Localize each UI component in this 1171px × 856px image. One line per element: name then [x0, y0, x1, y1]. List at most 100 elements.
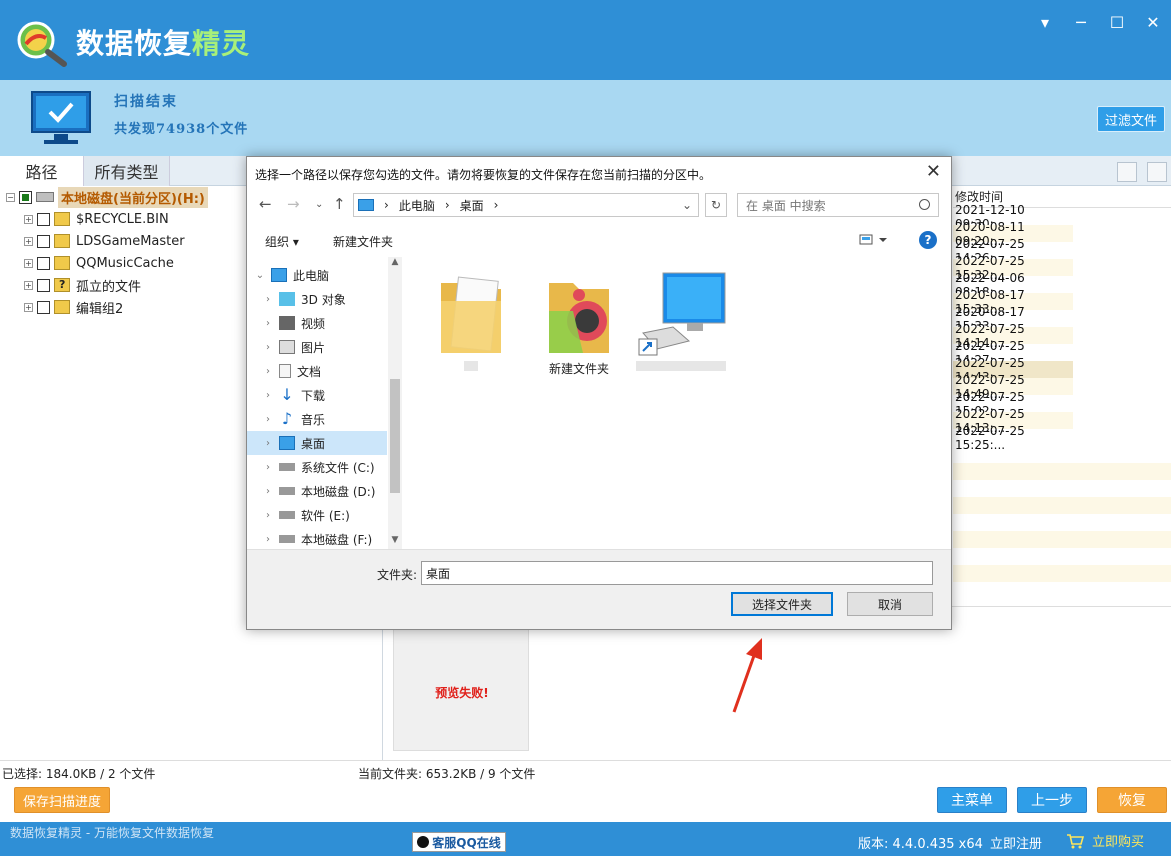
tab-all-types[interactable]: 所有类型 — [84, 156, 170, 186]
dialog-close-button[interactable]: ✕ — [926, 161, 941, 182]
annotation-arrow-icon — [732, 638, 762, 713]
nav-item-drive-f[interactable]: › 本地磁盘 (F:) — [247, 527, 387, 551]
refresh-icon[interactable]: ↻ — [705, 193, 727, 217]
empty-row — [953, 565, 1171, 582]
nav-item-3d-objects[interactable]: › 3D 对象 — [247, 287, 387, 311]
address-bar[interactable]: › 此电脑 › 桌面 › ⌄ — [353, 193, 699, 217]
minimize-button[interactable]: ─ — [1063, 8, 1099, 36]
chevron-right-icon[interactable]: › — [261, 510, 275, 521]
app-title: 数据恢复精灵 — [76, 27, 251, 60]
recent-chevron-icon[interactable]: ⌄ — [315, 199, 323, 210]
chevron-right-icon[interactable]: › — [261, 366, 275, 377]
tree-checkbox[interactable] — [19, 190, 32, 204]
previous-step-button[interactable]: 上一步 — [1017, 787, 1087, 813]
nav-item-videos[interactable]: › 视频 — [247, 311, 387, 335]
chevron-right-icon[interactable]: › — [261, 462, 275, 473]
nav-item-desktop[interactable]: › 桌面 — [247, 431, 387, 455]
nav-item-this-pc[interactable]: ⌄ 此电脑 — [247, 263, 387, 287]
main-menu-button[interactable]: 主菜单 — [937, 787, 1007, 813]
nav-item-drive-d[interactable]: › 本地磁盘 (D:) — [247, 479, 387, 503]
chevron-right-icon[interactable]: › — [261, 318, 275, 329]
expand-icon[interactable]: + — [24, 302, 33, 312]
chevron-right-icon[interactable]: › — [261, 294, 275, 305]
empty-row — [953, 531, 1171, 548]
back-arrow-icon[interactable]: ← — [259, 195, 272, 213]
recover-button[interactable]: 恢复 — [1097, 787, 1167, 813]
save-scan-progress-button[interactable]: 保存扫描进度 — [14, 787, 110, 813]
help-icon[interactable]: ? — [919, 231, 937, 249]
forward-arrow-icon[interactable]: → — [287, 195, 300, 213]
file-item-folder[interactable] — [423, 271, 519, 374]
tree-checkbox[interactable] — [37, 278, 50, 292]
scan-count: 共发现74938个文件 — [114, 122, 249, 137]
breadcrumb-this-pc[interactable]: 此电脑 — [399, 197, 435, 214]
empty-row — [953, 463, 1171, 480]
menu-dropdown-icon[interactable]: ▾ — [1027, 8, 1063, 36]
tree-item[interactable]: + 编辑组2 — [24, 296, 123, 318]
scroll-up-icon[interactable]: ▲ — [388, 257, 402, 271]
qq-support-button[interactable]: 客服QQ在线 — [412, 832, 506, 852]
expand-icon[interactable]: + — [24, 280, 33, 290]
file-item-new-folder[interactable]: 新建文件夹 — [531, 271, 627, 377]
chevron-right-icon[interactable]: › — [261, 342, 275, 353]
version-text: 版本: 4.4.0.435 x64 — [858, 837, 983, 852]
cart-icon — [1067, 833, 1084, 848]
tree-item-label: 编辑组2 — [76, 301, 124, 317]
tab-path[interactable]: 路径 — [0, 156, 84, 186]
nav-item-drive-e[interactable]: › 软件 (E:) — [247, 503, 387, 527]
nav-item-downloads[interactable]: › ↓ 下载 — [247, 383, 387, 407]
maximize-button[interactable]: ☐ — [1099, 8, 1135, 36]
new-folder-button[interactable]: 新建文件夹 — [333, 233, 393, 250]
nav-item-documents[interactable]: › 文档 — [247, 359, 387, 383]
tree-checkbox[interactable] — [37, 300, 50, 314]
folder-input[interactable]: 桌面 — [421, 561, 933, 585]
tree-item[interactable]: + $RECYCLE.BIN — [24, 208, 169, 230]
preview-fail-text: 预览失败! — [435, 686, 489, 700]
filter-files-button[interactable]: 过滤文件 — [1097, 106, 1165, 132]
address-dropdown-icon[interactable]: ⌄ — [682, 198, 692, 212]
chevron-down-icon[interactable]: ⌄ — [253, 270, 267, 281]
up-arrow-icon[interactable]: ↑ — [333, 195, 346, 213]
tree-root[interactable]: − 本地磁盘(当前分区)(H:) — [6, 186, 208, 208]
collapse-icon[interactable]: − — [6, 192, 15, 202]
chevron-right-icon[interactable]: › — [261, 414, 275, 425]
tree-item[interactable]: + LDSGameMaster — [24, 230, 185, 252]
search-input[interactable]: 在 桌面 中搜索 — [737, 193, 939, 217]
register-link[interactable]: 立即注册 — [990, 833, 1042, 852]
this-pc-shortcut-icon — [638, 272, 726, 356]
cancel-button[interactable]: 取消 — [847, 592, 933, 616]
nav-item-music[interactable]: › ♪ 音乐 — [247, 407, 387, 431]
view-options-icon[interactable] — [859, 233, 889, 247]
thumbnail-view-icon[interactable] — [1117, 162, 1137, 182]
close-button[interactable]: ✕ — [1135, 8, 1171, 36]
tree-item[interactable]: + QQMusicCache — [24, 252, 174, 274]
tree-item[interactable]: + 孤立的文件 — [24, 274, 141, 296]
list-item-date[interactable]: 2022-07-25 15:25:... — [953, 424, 1073, 452]
buy-now-link[interactable]: 立即购买 — [1066, 831, 1144, 850]
breadcrumb-desktop[interactable]: 桌面 — [460, 197, 484, 214]
expand-icon[interactable]: + — [24, 258, 33, 268]
file-item-shortcut[interactable] — [633, 271, 729, 374]
drive-icon — [279, 511, 295, 519]
nav-scrollbar[interactable]: ▲ ▼ — [388, 257, 402, 549]
select-folder-button[interactable]: 选择文件夹 — [731, 592, 833, 616]
nav-item-drive-c[interactable]: › 系统文件 (C:) — [247, 455, 387, 479]
tree-item-label: LDSGameMaster — [76, 233, 185, 249]
folder-icon — [54, 212, 70, 226]
expand-icon[interactable]: + — [24, 214, 33, 224]
tree-checkbox[interactable] — [37, 234, 50, 248]
nav-item-pictures[interactable]: › 图片 — [247, 335, 387, 359]
list-view-icon[interactable] — [1147, 162, 1167, 182]
scroll-down-icon[interactable]: ▼ — [388, 535, 402, 549]
tree-checkbox[interactable] — [37, 256, 50, 270]
expand-icon[interactable]: + — [24, 236, 33, 246]
chevron-right-icon[interactable]: › — [261, 390, 275, 401]
tree-item-label: QQMusicCache — [76, 255, 174, 271]
chevron-right-icon[interactable]: › — [261, 534, 275, 545]
tree-checkbox[interactable] — [37, 212, 50, 226]
scroll-thumb[interactable] — [390, 379, 400, 493]
footer-bar: 数据恢复精灵 - 万能恢复文件数据恢复 客服QQ在线 版本: 4.4.0.435… — [0, 822, 1171, 856]
chevron-right-icon[interactable]: › — [261, 486, 275, 497]
organize-menu[interactable]: 组织 ▾ — [265, 233, 299, 250]
chevron-right-icon[interactable]: › — [261, 438, 275, 449]
